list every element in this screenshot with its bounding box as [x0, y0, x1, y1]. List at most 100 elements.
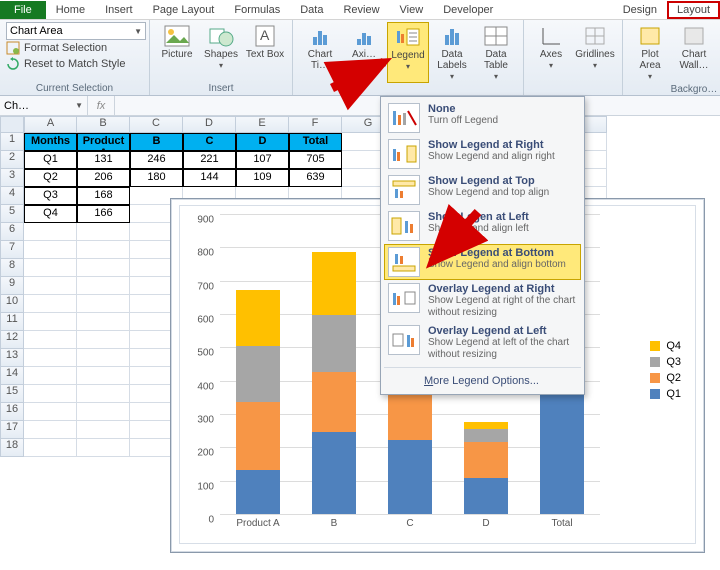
row-header[interactable]: 18: [0, 439, 24, 457]
legend-option-left[interactable]: Show Legen at LeftShow L d and align lef…: [384, 208, 581, 244]
bar-segment[interactable]: [464, 478, 508, 514]
cell[interactable]: 639: [289, 169, 342, 187]
cell[interactable]: 131: [77, 151, 130, 169]
bar-segment[interactable]: [312, 315, 356, 372]
bar-segment[interactable]: [236, 402, 280, 471]
tab-pagelayout[interactable]: Page Layout: [143, 1, 225, 19]
bar-segment[interactable]: [312, 432, 356, 514]
column-header[interactable]: C: [130, 116, 183, 133]
cell[interactable]: [24, 295, 77, 313]
bar-stack[interactable]: [236, 290, 280, 514]
cell[interactable]: [77, 403, 130, 421]
row-header[interactable]: 13: [0, 349, 24, 367]
axes-button[interactable]: Axes▾: [530, 22, 572, 72]
row-header[interactable]: 12: [0, 331, 24, 349]
cell[interactable]: [77, 241, 130, 259]
cell[interactable]: C: [183, 133, 236, 151]
cell[interactable]: [77, 367, 130, 385]
plot-area-button[interactable]: Plot Area▾: [629, 22, 671, 83]
reset-match-style-button[interactable]: Reset to Match Style: [6, 56, 143, 72]
cell[interactable]: 180: [130, 169, 183, 187]
cell[interactable]: Product A: [77, 133, 130, 151]
cell[interactable]: [77, 313, 130, 331]
row-header[interactable]: 8: [0, 259, 24, 277]
row-header[interactable]: 11: [0, 313, 24, 331]
cell[interactable]: [77, 223, 130, 241]
legend-item[interactable]: Q2: [650, 372, 681, 384]
row-header[interactable]: 7: [0, 241, 24, 259]
chart-wall-button[interactable]: Chart Wall…: [673, 22, 715, 83]
row-header[interactable]: 6: [0, 223, 24, 241]
cell[interactable]: [77, 421, 130, 439]
cell[interactable]: [77, 277, 130, 295]
cell[interactable]: Q1: [24, 151, 77, 169]
cell[interactable]: [77, 259, 130, 277]
cell[interactable]: 109: [236, 169, 289, 187]
cell[interactable]: [24, 385, 77, 403]
tab-layout[interactable]: Layout: [667, 1, 720, 19]
data-table-button[interactable]: Data Table▾: [475, 22, 517, 83]
bar-segment[interactable]: [236, 290, 280, 345]
legend-option-bottom[interactable]: Show Legend at BottomShow Legend and ali…: [384, 244, 581, 280]
row-header[interactable]: 16: [0, 403, 24, 421]
gridlines-button[interactable]: Gridlines▾: [574, 22, 616, 72]
name-box[interactable]: Ch… ▼: [0, 96, 88, 115]
tab-home[interactable]: Home: [46, 1, 95, 19]
tab-view[interactable]: View: [390, 1, 434, 19]
cell[interactable]: [77, 295, 130, 313]
bar-segment[interactable]: [464, 422, 508, 429]
cell[interactable]: [24, 241, 77, 259]
cell[interactable]: [24, 349, 77, 367]
tab-insert[interactable]: Insert: [95, 1, 143, 19]
bar-segment[interactable]: [312, 252, 356, 315]
bar-segment[interactable]: [312, 372, 356, 432]
picture-button[interactable]: Picture: [156, 22, 198, 72]
cell[interactable]: Months: [24, 133, 77, 151]
row-header[interactable]: 3: [0, 169, 24, 187]
cell[interactable]: [24, 367, 77, 385]
cell[interactable]: [77, 349, 130, 367]
bar-segment[interactable]: [464, 442, 508, 478]
cell[interactable]: [24, 331, 77, 349]
textbox-button[interactable]: A Text Box: [244, 22, 286, 72]
tab-data[interactable]: Data: [290, 1, 333, 19]
row-header[interactable]: 2: [0, 151, 24, 169]
cell[interactable]: Q4: [24, 205, 77, 223]
tab-review[interactable]: Review: [333, 1, 389, 19]
cell[interactable]: [24, 313, 77, 331]
row-header[interactable]: 9: [0, 277, 24, 295]
bar-segment[interactable]: [388, 392, 432, 440]
row-header[interactable]: 14: [0, 367, 24, 385]
cell[interactable]: [24, 259, 77, 277]
bar-segment[interactable]: [236, 346, 280, 402]
row-header[interactable]: 4: [0, 187, 24, 205]
cell[interactable]: [24, 223, 77, 241]
bar-segment[interactable]: [388, 440, 432, 514]
cell[interactable]: [77, 439, 130, 457]
chart-title-button[interactable]: Chart Ti…: [299, 22, 341, 83]
row-header[interactable]: 10: [0, 295, 24, 313]
cell[interactable]: 107: [236, 151, 289, 169]
cell[interactable]: 144: [183, 169, 236, 187]
cell[interactable]: Total: [289, 133, 342, 151]
cell[interactable]: [24, 403, 77, 421]
column-header[interactable]: D: [183, 116, 236, 133]
legend-option-right[interactable]: Show Legend at RightShow Legend and alig…: [384, 136, 581, 172]
cell[interactable]: 206: [77, 169, 130, 187]
bar-stack[interactable]: [312, 252, 356, 514]
legend-item[interactable]: Q4: [650, 340, 681, 352]
cell[interactable]: [24, 421, 77, 439]
cell[interactable]: 166: [77, 205, 130, 223]
cell[interactable]: Q2: [24, 169, 77, 187]
tab-file[interactable]: File: [0, 1, 46, 19]
row-header[interactable]: 15: [0, 385, 24, 403]
tab-formulas[interactable]: Formulas: [224, 1, 290, 19]
column-header[interactable]: B: [77, 116, 130, 133]
column-header[interactable]: E: [236, 116, 289, 133]
cell[interactable]: D: [236, 133, 289, 151]
row-header[interactable]: 1: [0, 133, 24, 151]
cell[interactable]: [77, 331, 130, 349]
column-header[interactable]: F: [289, 116, 342, 133]
cell[interactable]: 168: [77, 187, 130, 205]
cell[interactable]: 246: [130, 151, 183, 169]
